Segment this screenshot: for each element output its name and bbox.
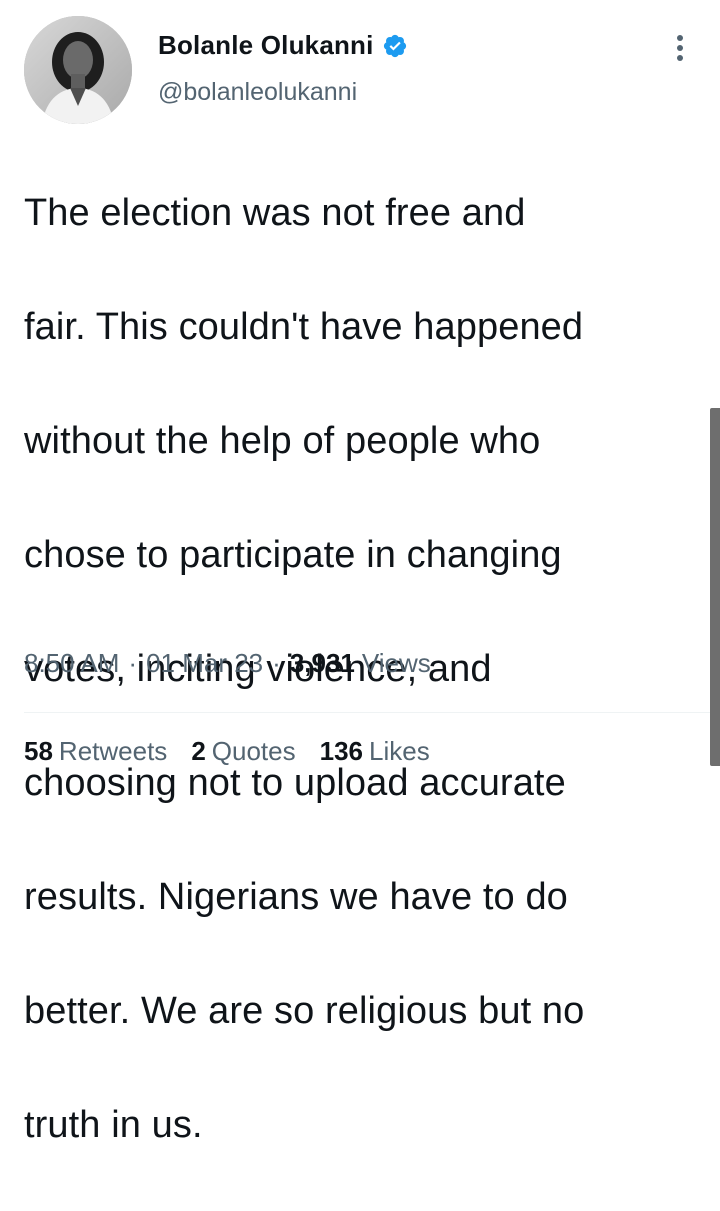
quotes-stat[interactable]: 2 Quotes: [191, 736, 295, 767]
author-name[interactable]: Bolanle Olukanni: [158, 30, 374, 61]
quotes-count: 2: [191, 736, 206, 766]
likes-stat[interactable]: 136 Likes: [320, 736, 430, 767]
meta-separator: ·: [128, 648, 138, 678]
tweet-text-line: fair. This couldn't have happened: [24, 306, 584, 348]
likes-label: Likes: [369, 736, 430, 766]
tweet-text-line: The election was not free and: [24, 192, 526, 234]
tweet-text-line: truth in us.: [24, 1104, 203, 1146]
more-options-icon: [677, 35, 683, 61]
avatar[interactable]: [24, 16, 132, 124]
tweet-time[interactable]: 8:50 AM: [24, 648, 119, 679]
tweet-text-line: chose to participate in changing: [24, 534, 562, 576]
more-options-button[interactable]: [660, 28, 700, 68]
tweet-text-line: without the help of people who: [24, 420, 541, 462]
tweet-detail: Bolanle Olukanni @bolanleolukanni The el…: [0, 0, 720, 1146]
tweet-text-line: results. Nigerians we have to do: [24, 876, 568, 918]
author-handle[interactable]: @bolanleolukanni: [158, 78, 357, 107]
views-label[interactable]: Views: [362, 648, 431, 679]
engagement-stats: 58 Retweets 2 Quotes 136 Likes: [24, 736, 454, 767]
author-name-row[interactable]: Bolanle Olukanni: [158, 30, 408, 61]
tweet-meta: 8:50 AM · 01 Mar 23 · 3,931 Views: [24, 648, 431, 679]
quotes-label: Quotes: [211, 736, 296, 766]
retweets-label: Retweets: [58, 736, 168, 766]
scrollbar[interactable]: [710, 408, 720, 766]
tweet-text-line: better. We are so religious but no: [24, 990, 585, 1032]
divider: [24, 712, 720, 713]
views-count[interactable]: 3,931: [290, 648, 355, 679]
meta-separator: ·: [272, 648, 281, 678]
retweets-count: 58: [24, 736, 53, 766]
likes-count: 136: [319, 736, 363, 766]
retweets-stat[interactable]: 58 Retweets: [24, 736, 167, 767]
verified-badge-icon[interactable]: [382, 33, 408, 59]
tweet-date[interactable]: 01 Mar 23: [146, 648, 263, 679]
profile-photo-icon: [24, 16, 132, 124]
